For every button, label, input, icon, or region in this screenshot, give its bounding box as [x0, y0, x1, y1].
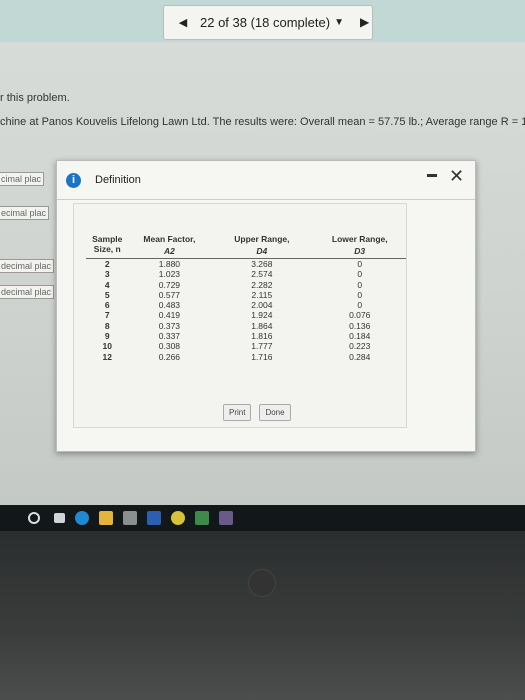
cortana-icon[interactable] — [28, 512, 40, 524]
store-icon[interactable] — [123, 511, 137, 525]
cell-lower-range: 0.136 — [349, 320, 371, 331]
chrome-icon[interactable] — [171, 511, 185, 525]
problem-text-line1: r this problem. — [0, 92, 70, 104]
hp-logo-icon — [248, 569, 276, 597]
print-button[interactable]: Print — [223, 404, 252, 421]
d4-symbol: D4 — [256, 246, 268, 256]
cell-sample-size: 12 — [102, 351, 112, 362]
cell-mean-factor: 0.483 — [158, 300, 181, 311]
question-pager: ◀ 22 of 38 (18 complete) ▼ ▶ — [163, 5, 373, 40]
prev-question-icon[interactable]: ◀ — [172, 16, 194, 29]
cell-upper-range: 1.716 — [251, 351, 273, 362]
cell-sample-size: 3 — [104, 269, 110, 280]
cell-sample-size: 2 — [104, 259, 110, 269]
answer-label-4: decimal plac — [0, 285, 55, 299]
header-lower-range: Lower Range, D3 — [313, 234, 406, 259]
cell-upper-range: 1.924 — [251, 310, 273, 321]
cell-mean-factor: 0.373 — [158, 320, 181, 331]
cell-mean-factor: 1.023 — [158, 269, 181, 280]
factors-table: Sample Size, n Mean Factor, A2 Upper Ran… — [86, 234, 406, 362]
cell-lower-range: 0.184 — [349, 331, 371, 342]
cell-sample-size: 7 — [104, 310, 110, 321]
cell-lower-range: 0 — [357, 279, 363, 290]
answer-label-1: cimal plac — [0, 172, 45, 186]
cell-lower-range: 0.284 — [349, 351, 371, 362]
table-row: 9 0.337 1.816 0.184 — [86, 331, 406, 341]
answer-label-3: decimal plac — [0, 259, 55, 273]
table-row: 2 1.880 3.268 0 — [86, 259, 406, 270]
d3-symbol: D3 — [354, 246, 366, 256]
header-sample-size: Sample Size, n — [86, 234, 129, 259]
cell-mean-factor: 0.308 — [158, 341, 181, 352]
cell-sample-size: 4 — [104, 279, 110, 290]
pager-dropdown-icon[interactable]: ▼ — [334, 17, 344, 28]
cell-mean-factor: 0.577 — [158, 289, 181, 300]
done-button[interactable]: Done — [259, 404, 291, 421]
cell-upper-range: 2.004 — [251, 300, 273, 311]
cell-mean-factor: 0.729 — [158, 279, 181, 290]
table-row: 8 0.373 1.864 0.136 — [86, 321, 406, 331]
cell-mean-factor: 0.337 — [158, 331, 181, 342]
screen: ◀ 22 of 38 (18 complete) ▼ ▶ r this prob… — [0, 0, 525, 505]
excel-icon[interactable] — [195, 511, 209, 525]
control-chart-factors-panel: Sample Size, n Mean Factor, A2 Upper Ran… — [73, 203, 407, 428]
cell-upper-range: 2.574 — [251, 269, 273, 280]
cell-mean-factor: 0.266 — [158, 351, 181, 362]
cell-sample-size: 6 — [104, 300, 110, 311]
cell-lower-range: 0 — [357, 259, 363, 269]
dialog-buttons: Print Done — [223, 404, 291, 421]
cell-lower-range: 0 — [357, 300, 363, 311]
close-icon[interactable]: ✕ — [449, 166, 464, 187]
edge-icon[interactable] — [75, 511, 89, 525]
a2-symbol: A2 — [163, 246, 175, 256]
cell-mean-factor: 1.880 — [158, 259, 181, 269]
cell-upper-range: 3.268 — [251, 259, 273, 269]
table-row: 4 0.729 2.282 0 — [86, 280, 406, 290]
next-question-icon[interactable]: ▶ — [360, 15, 369, 29]
answer-label-2: ecimal plac — [0, 206, 50, 220]
header-upper-range: Upper Range, D4 — [210, 234, 314, 259]
laptop-bezel — [0, 531, 525, 700]
media-icon[interactable] — [219, 511, 233, 525]
table-row: 7 0.419 1.924 0.076 — [86, 310, 406, 320]
task-view-icon[interactable] — [54, 513, 65, 523]
cell-sample-size: 10 — [102, 341, 112, 352]
file-explorer-icon[interactable] — [99, 511, 113, 525]
info-icon: i — [66, 172, 81, 188]
top-bar: ◀ 22 of 38 (18 complete) ▼ ▶ — [0, 0, 525, 42]
table-row: 10 0.308 1.777 0.223 — [86, 341, 406, 351]
table-row: 5 0.577 2.115 0 — [86, 290, 406, 300]
minimize-icon[interactable] — [427, 174, 437, 177]
definition-dialog: i Definition ✕ Sample Size, n Mean Facto… — [56, 160, 476, 452]
cell-upper-range: 1.777 — [251, 341, 273, 352]
dialog-title: Definition — [95, 174, 141, 186]
cell-lower-range: 0.076 — [349, 310, 371, 321]
cell-upper-range: 2.115 — [251, 289, 273, 300]
cell-upper-range: 2.282 — [251, 279, 273, 290]
table-header-row: Sample Size, n Mean Factor, A2 Upper Ran… — [86, 234, 406, 259]
pager-label: 22 of 38 (18 complete) — [200, 15, 331, 30]
table-row: 6 0.483 2.004 0 — [86, 300, 406, 310]
cell-sample-size: 8 — [104, 320, 110, 331]
cell-lower-range: 0 — [357, 269, 363, 280]
cell-upper-range: 1.816 — [251, 331, 273, 342]
cell-sample-size: 5 — [104, 289, 110, 300]
taskbar — [0, 505, 525, 531]
table-row: 12 0.266 1.716 0.284 — [86, 352, 406, 362]
cell-lower-range: 0 — [357, 289, 363, 300]
cell-mean-factor: 0.419 — [158, 310, 181, 321]
cell-upper-range: 1.864 — [251, 320, 273, 331]
table-row: 3 1.023 2.574 0 — [86, 269, 406, 279]
word-icon[interactable] — [147, 511, 161, 525]
problem-text-line2: chine at Panos Kouvelis Lifelong Lawn Lt… — [0, 116, 525, 128]
header-mean-factor: Mean Factor, A2 — [128, 234, 211, 259]
cell-lower-range: 0.223 — [349, 341, 371, 352]
dialog-header: i Definition ✕ — [57, 161, 475, 200]
cell-sample-size: 9 — [104, 331, 110, 342]
